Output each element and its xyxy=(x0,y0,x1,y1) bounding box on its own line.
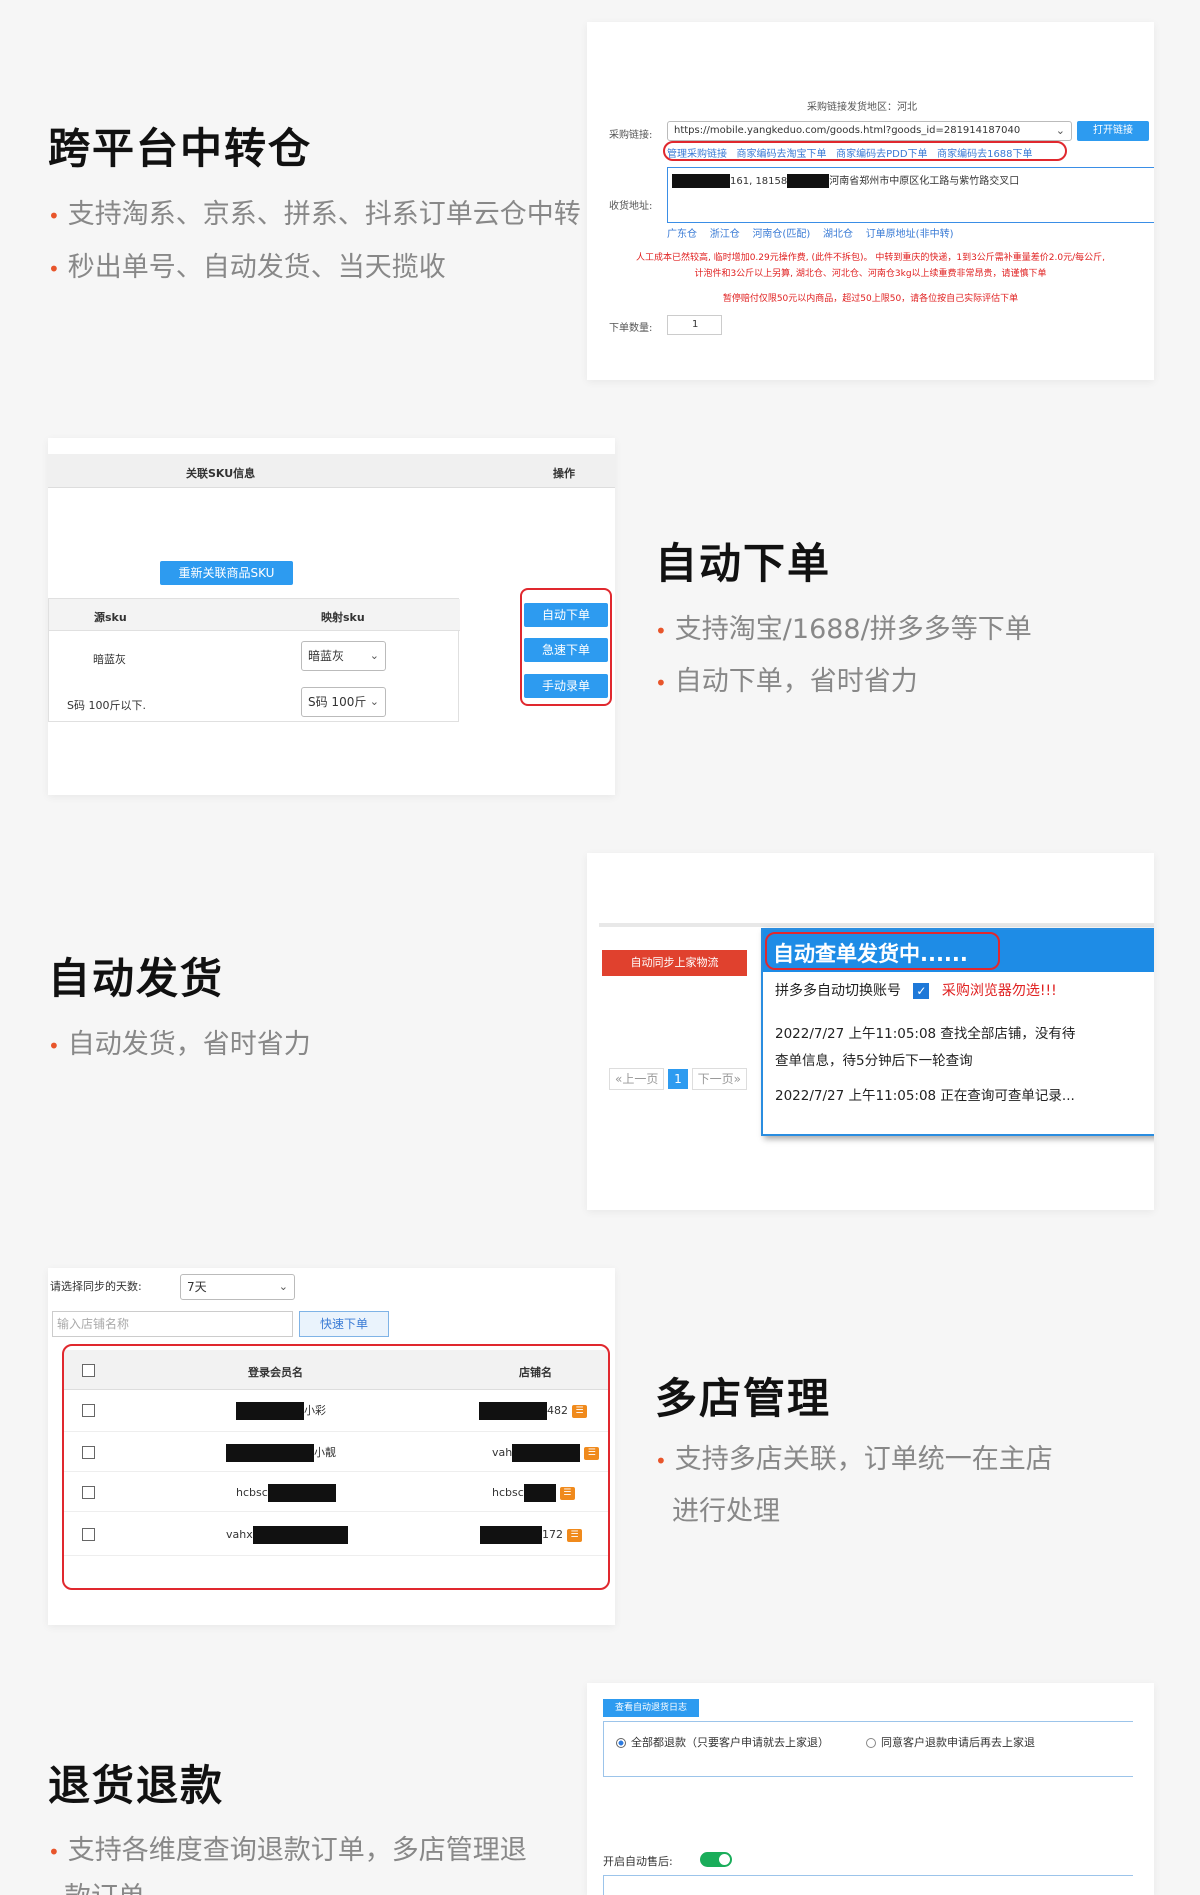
chevron-down-icon: ⌄ xyxy=(278,1280,288,1293)
warehouse-options: 广东仓 浙江仓 河南仓(匹配) 湖北仓 订单原地址(非中转) xyxy=(667,225,954,240)
refund-options-box: 全部都退款（只要客户申请就去上家退） 同意客户退款申请后再去上家退 xyxy=(603,1721,1133,1777)
chevron-down-icon: ⌄ xyxy=(369,695,379,708)
table-header xyxy=(48,454,615,488)
col-map-sku: 映射sku xyxy=(321,611,365,624)
link-value: https://mobile.yangkeduo.com/goods.html?… xyxy=(674,125,1021,136)
log-line: 2022/7/27 上午11:05:08 查找全部店铺，没有待 xyxy=(775,1026,1076,1042)
bullet-continuation: 款订单 xyxy=(64,1873,145,1895)
quantity-input[interactable]: 1 xyxy=(667,315,722,335)
prev-page[interactable]: «上一页 xyxy=(609,1068,665,1090)
bullet: • 自动下单，省时省力 xyxy=(655,666,918,697)
purchase-link-select[interactable]: https://mobile.yangkeduo.com/goods.html?… xyxy=(667,121,1072,141)
auto-order-panel: 关联SKU信息 操作 重新关联商品SKU 源sku 映射sku 暗蓝灰 暗蓝灰 ⌄… xyxy=(48,438,615,795)
chevron-down-icon: ⌄ xyxy=(369,649,379,662)
warehouse-option[interactable]: 河南仓(匹配) xyxy=(752,229,810,240)
radio-checked-icon xyxy=(616,1738,626,1748)
days-label: 请选择同步的天数: xyxy=(50,1280,142,1293)
multi-shop-panel: 请选择同步的天数: 7天 ⌄ 输入店铺名称 快速下单 登录会员名 店铺名 小彩 4… xyxy=(48,1268,615,1625)
auto-aftersale-label: 开启自动售后: xyxy=(603,1855,673,1868)
auto-query-dialog: 自动查单发货中...... 拼多多自动切换账号 ✓ 采购浏览器勿选!!! 202… xyxy=(761,928,1154,1136)
section-title-auto-order: 自动下单 xyxy=(655,539,832,588)
auto-ship-panel: 自动同步上家物流 «上一页 1 下一页» 自动查单发货中...... 拼多多自动… xyxy=(587,853,1154,1210)
relink-sku-button[interactable]: 重新关联商品SKU xyxy=(160,561,293,585)
refund-log-button[interactable]: 查看自动退货日志 xyxy=(603,1699,699,1717)
manual-order-button[interactable]: 手动录单 xyxy=(524,674,608,698)
highlight-box xyxy=(765,932,1000,970)
auto-aftersale-toggle[interactable] xyxy=(700,1852,732,1867)
region-header: 采购链接发货地区：河北 xyxy=(807,102,917,113)
bullet: • 支持淘系、京系、拼系、抖系订单云仓中转 xyxy=(48,199,581,230)
fast-order-button[interactable]: 急速下单 xyxy=(524,638,608,662)
chevron-down-icon: ⌄ xyxy=(1055,124,1065,137)
section-title-transfer: 跨平台中转仓 xyxy=(48,124,313,173)
highlight-box xyxy=(62,1344,610,1590)
log-box xyxy=(603,1875,1133,1895)
refund-panel: 查看自动退货日志 全部都退款（只要客户申请就去上家退） 同意客户退款申请后再去上… xyxy=(587,1683,1154,1895)
quick-order-button[interactable]: 快速下单 xyxy=(299,1311,389,1337)
warning-text: 计泡件和3公斤以上另算, 湖北仓、河北仓、河南仓3kg以上续重费非常昂贵，请谨慎… xyxy=(694,269,1047,279)
bullet: • 秒出单号、自动发货、当天揽收 xyxy=(48,252,446,283)
address-label: 收货地址: xyxy=(609,201,653,212)
log-line: 2022/7/27 上午11:05:08 正在查询可查单记录... xyxy=(775,1088,1075,1104)
link-label: 采购链接: xyxy=(609,130,653,141)
section-title-auto-ship: 自动发货 xyxy=(48,954,225,1003)
map-sku-select[interactable]: 暗蓝灰 ⌄ xyxy=(301,641,386,671)
section-title-refund: 退货退款 xyxy=(48,1761,225,1810)
refund-option-all[interactable]: 全部都退款（只要客户申请就去上家退） xyxy=(616,1734,829,1750)
next-page[interactable]: 下一页» xyxy=(691,1068,747,1090)
section-title-multi-shop: 多店管理 xyxy=(655,1374,832,1423)
transfer-panel: 采购链接发货地区：河北 采购链接: https://mobile.yangked… xyxy=(587,22,1154,380)
radio-icon xyxy=(866,1738,876,1748)
warehouse-option[interactable]: 订单原地址(非中转) xyxy=(866,229,954,240)
src-sku-value: S码 100斤以下. xyxy=(67,699,146,712)
warning-text: 人工成本已然较高, 临时增加0.29元操作费, (此件不拆包)。 中转到重庆的快… xyxy=(635,253,1106,263)
log-line: 查单信息，待5分钟后下一轮查询 xyxy=(775,1053,973,1069)
sku-table: 源sku 映射sku 暗蓝灰 暗蓝灰 ⌄ S码 100斤以下. S码 100斤 ⌄ xyxy=(48,598,460,722)
highlight-box xyxy=(663,141,1067,161)
col-operation: 操作 xyxy=(553,467,575,480)
bullet: • 支持各维度查询退款订单，多店管理退 xyxy=(48,1835,527,1866)
warehouse-option[interactable]: 广东仓 xyxy=(667,229,697,240)
pagination: «上一页 1 下一页» xyxy=(609,1068,747,1090)
open-link-button[interactable]: 打开链接 xyxy=(1077,121,1149,141)
shop-search-input[interactable]: 输入店铺名称 xyxy=(52,1311,293,1337)
bullet-continuation: 进行处理 xyxy=(672,1496,780,1527)
days-select[interactable]: 7天 ⌄ xyxy=(180,1274,295,1300)
refund-option-after-approve[interactable]: 同意客户退款申请后再去上家退 xyxy=(866,1734,1035,1750)
warehouse-option[interactable]: 湖北仓 xyxy=(823,229,853,240)
col-src-sku: 源sku xyxy=(94,611,127,624)
bullet: • 支持多店关联，订单统一在主店 xyxy=(655,1444,1053,1475)
warehouse-option[interactable]: 浙江仓 xyxy=(710,229,740,240)
bullet: • 自动发货，省时省力 xyxy=(48,1029,311,1060)
warning-text: 暂停赔付仅限50元以内商品，超过50上限50，请各位按自己实际评估下单 xyxy=(722,294,1019,304)
switch-account-row: 拼多多自动切换账号 ✓ 采购浏览器勿选!!! xyxy=(775,983,1057,999)
src-sku-value: 暗蓝灰 xyxy=(93,653,126,666)
checkbox-checked-icon[interactable]: ✓ xyxy=(913,983,930,999)
bullet: • 支持淘宝/1688/拼多多等下单 xyxy=(655,614,1032,645)
col-sku: 关联SKU信息 xyxy=(186,467,256,480)
auto-order-button[interactable]: 自动下单 xyxy=(524,603,608,627)
address-textarea[interactable]: 161, 18158 河南省郑州市中原区化工路与紫竹路交叉口 xyxy=(667,167,1154,223)
sync-logistics-button[interactable]: 自动同步上家物流 xyxy=(602,950,747,976)
quantity-label: 下单数量: xyxy=(609,323,653,334)
map-sku-select[interactable]: S码 100斤 ⌄ xyxy=(301,687,386,717)
page-1[interactable]: 1 xyxy=(668,1069,688,1089)
